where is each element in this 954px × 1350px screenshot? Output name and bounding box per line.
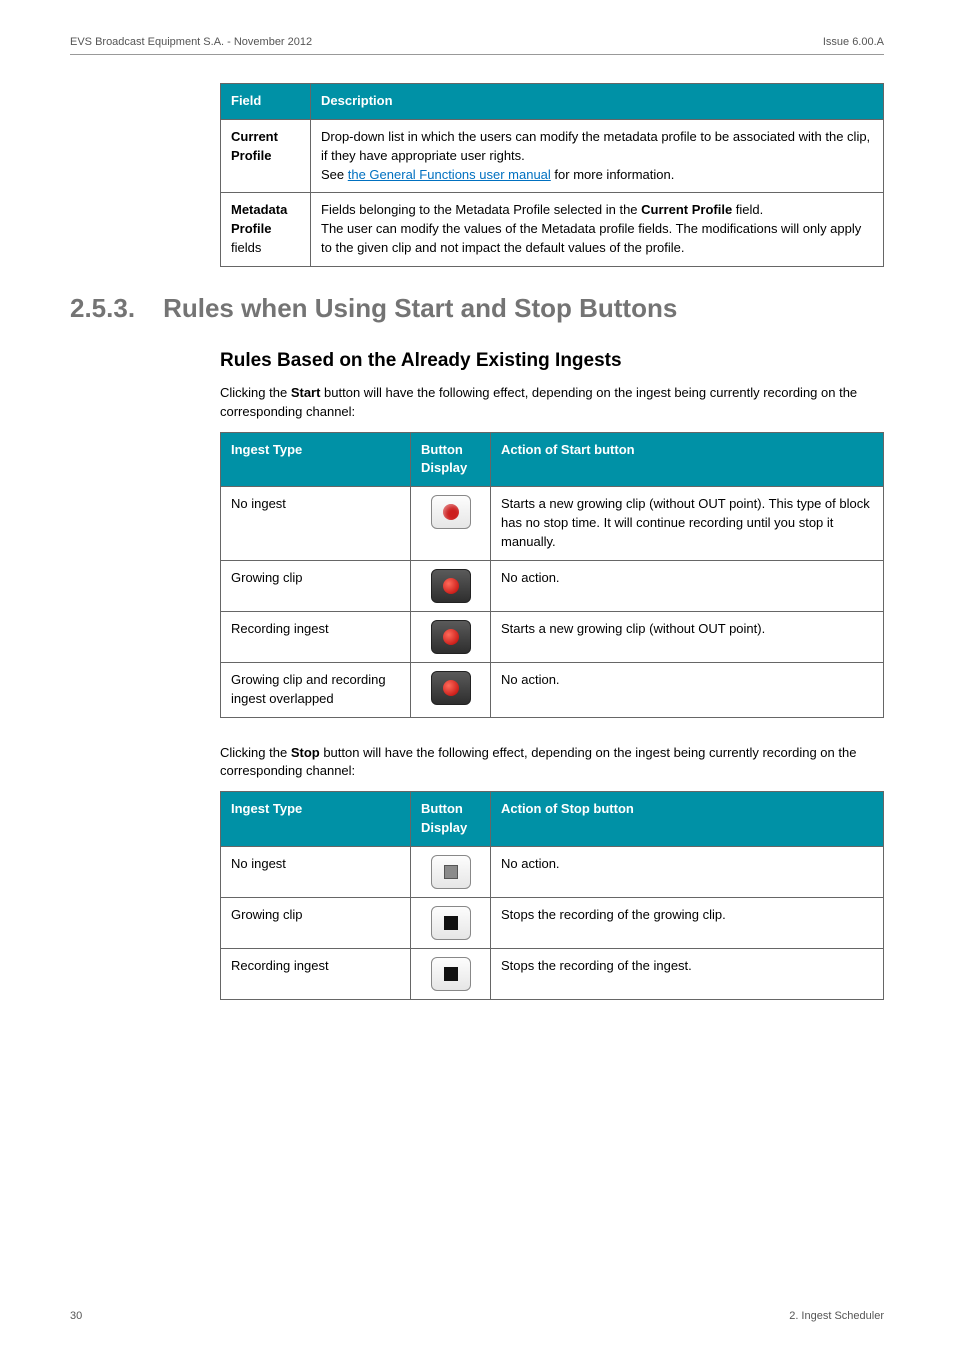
start-row-growing-btn <box>411 560 491 611</box>
cell-current-profile-label: CurrentProfile <box>221 119 311 193</box>
stop-row-growing-btn <box>411 897 491 948</box>
header-right: Issue 6.00.A <box>823 36 884 48</box>
th-description: Description <box>311 84 884 120</box>
record-icon <box>431 569 471 603</box>
stop-paragraph: Clicking the Stop button will have the f… <box>220 744 884 782</box>
start-row-overlap-btn <box>411 662 491 717</box>
start-row-recording-action: Starts a new growing clip (without OUT p… <box>491 611 884 662</box>
section-number: 2.5.3. <box>70 293 135 324</box>
start-row-overlap-label: Growing clip and recording ingest overla… <box>221 662 411 717</box>
header-left: EVS Broadcast Equipment S.A. - November … <box>70 36 312 48</box>
record-icon <box>431 620 471 654</box>
stop-button-table: Ingest Type ButtonDisplay Action of Stop… <box>220 791 884 1000</box>
stop-icon <box>431 855 471 889</box>
page-footer: 30 2. Ingest Scheduler <box>70 1310 884 1322</box>
th-action-stop: Action of Stop button <box>491 792 884 847</box>
start-row-overlap-action: No action. <box>491 662 884 717</box>
stop-icon <box>431 957 471 991</box>
stop-row-noingest-action: No action. <box>491 846 884 897</box>
stop-row-noingest-label: No ingest <box>221 846 411 897</box>
th-ingest-type: Ingest Type <box>221 792 411 847</box>
record-icon <box>431 671 471 705</box>
start-row-noingest-label: No ingest <box>221 487 411 561</box>
th-action-start: Action of Start button <box>491 432 884 487</box>
start-button-table: Ingest Type ButtonDisplay Action of Star… <box>220 432 884 718</box>
cell-metadata-profile-label: MetadataProfilefields <box>221 193 311 267</box>
start-row-noingest-btn <box>411 487 491 561</box>
start-row-recording-btn <box>411 611 491 662</box>
start-paragraph: Clicking the Start button will have the … <box>220 384 884 422</box>
stop-row-recording-action: Stops the recording of the ingest. <box>491 948 884 999</box>
stop-row-noingest-btn <box>411 846 491 897</box>
cell-metadata-profile-desc: Fields belonging to the Metadata Profile… <box>311 193 884 267</box>
general-functions-link[interactable]: the General Functions user manual <box>348 167 551 182</box>
stop-row-recording-label: Recording ingest <box>221 948 411 999</box>
th-button-display: ButtonDisplay <box>411 792 491 847</box>
stop-row-growing-action: Stops the recording of the growing clip. <box>491 897 884 948</box>
cell-current-profile-desc: Drop-down list in which the users can mo… <box>311 119 884 193</box>
stop-row-growing-label: Growing clip <box>221 897 411 948</box>
th-field: Field <box>221 84 311 120</box>
th-ingest-type: Ingest Type <box>221 432 411 487</box>
start-row-noingest-action: Starts a new growing clip (without OUT p… <box>491 487 884 561</box>
record-icon <box>431 495 471 529</box>
page-number: 30 <box>70 1310 82 1322</box>
section-heading: 2.5.3. Rules when Using Start and Stop B… <box>70 293 884 324</box>
page-header: EVS Broadcast Equipment S.A. - November … <box>70 36 884 55</box>
stop-icon <box>431 906 471 940</box>
subheading-rules-based: Rules Based on the Already Existing Inge… <box>220 350 884 372</box>
field-description-table: Field Description CurrentProfile Drop-do… <box>220 83 884 267</box>
th-button-display: ButtonDisplay <box>411 432 491 487</box>
stop-row-recording-btn <box>411 948 491 999</box>
start-row-recording-label: Recording ingest <box>221 611 411 662</box>
start-row-growing-label: Growing clip <box>221 560 411 611</box>
start-row-growing-action: No action. <box>491 560 884 611</box>
section-title: Rules when Using Start and Stop Buttons <box>163 293 677 324</box>
footer-chapter: 2. Ingest Scheduler <box>789 1310 884 1322</box>
